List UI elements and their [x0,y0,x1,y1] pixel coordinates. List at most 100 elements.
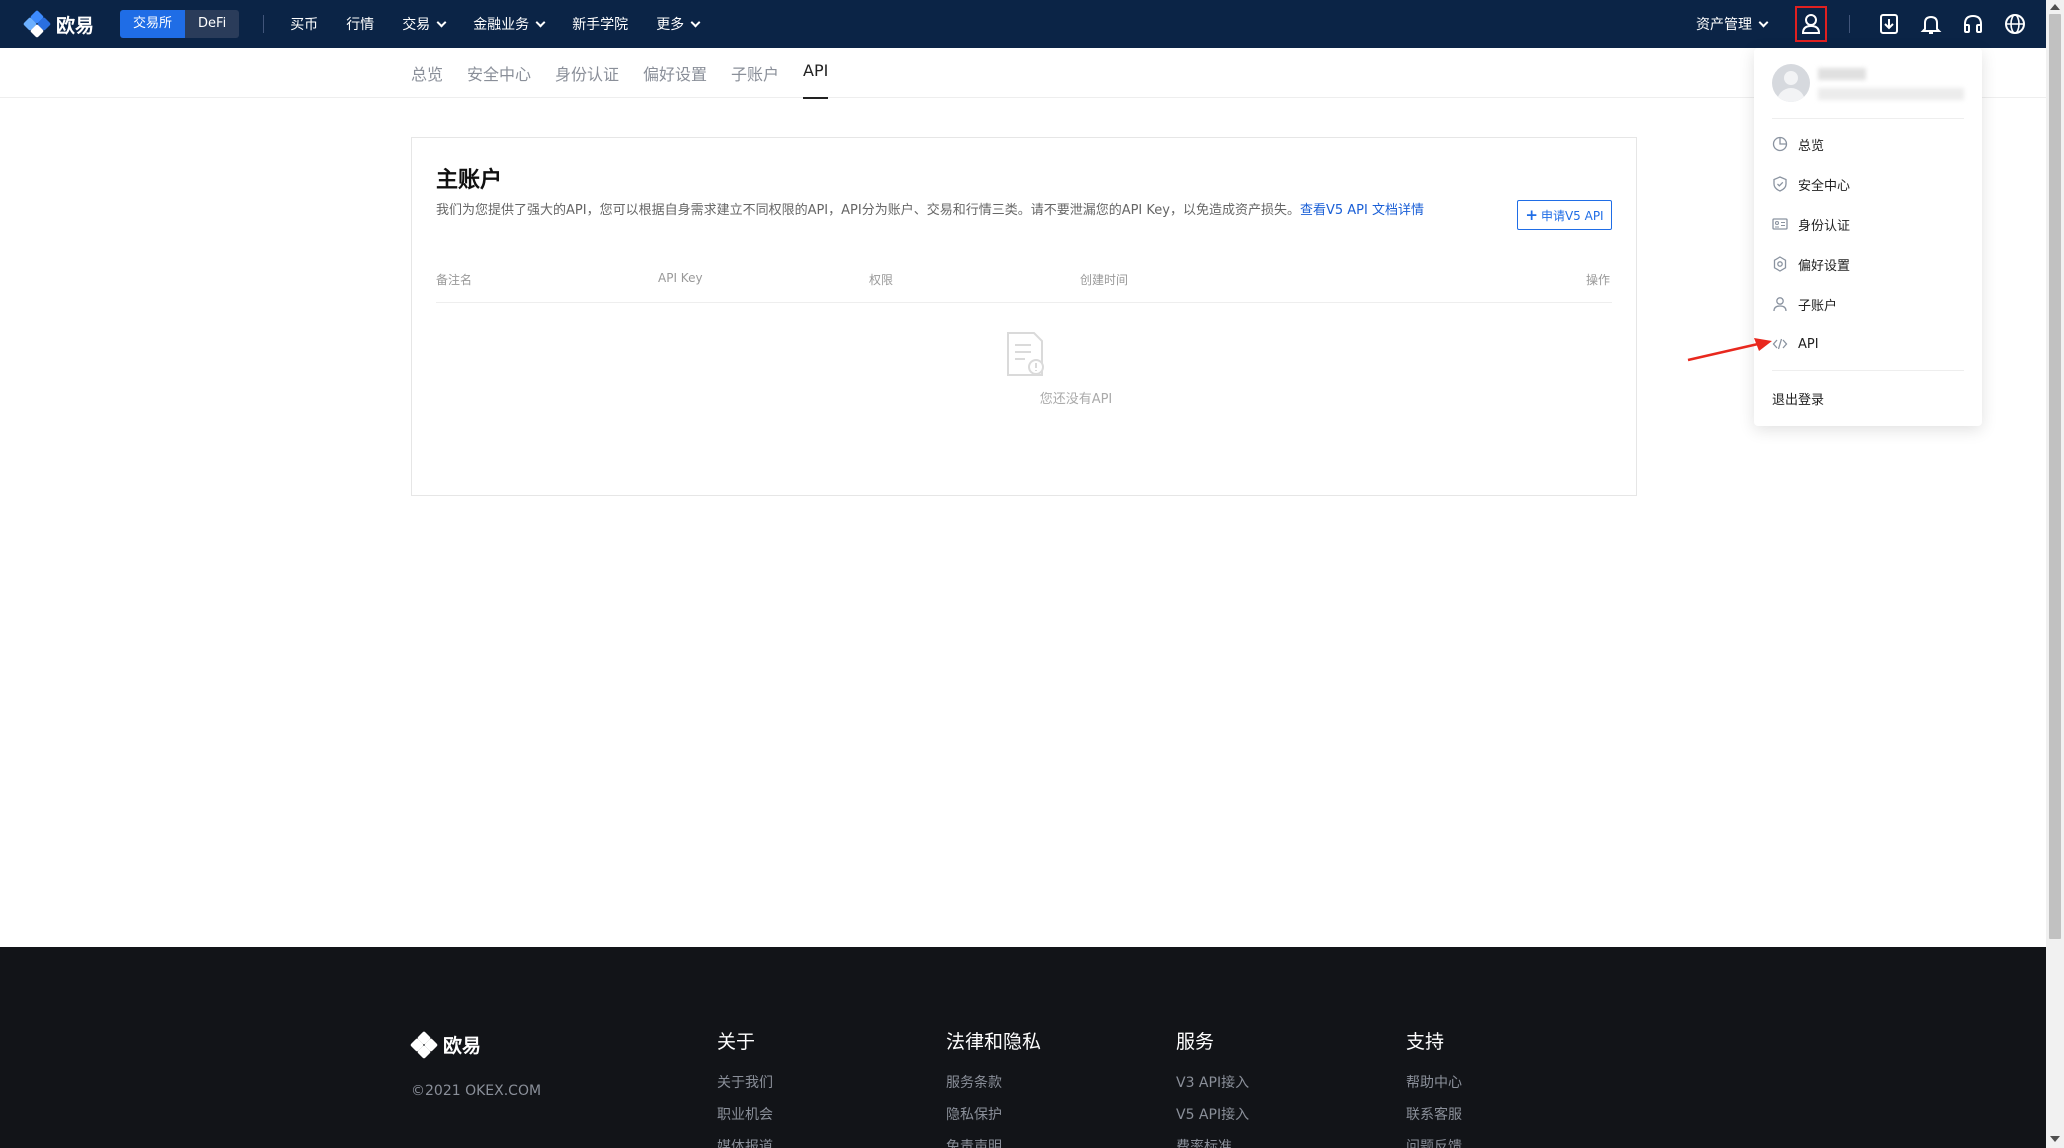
user-icon [1801,14,1821,34]
id-card-icon [1772,218,1788,230]
scrollbar-thumb[interactable] [2049,14,2061,939]
footer-link[interactable]: 免责声明 [946,1136,1041,1148]
api-docs-link[interactable]: 查看V5 API 文档详情 [1300,203,1424,218]
nav-item-more[interactable]: 更多 [656,14,701,34]
nav-divider [263,15,265,33]
menu-item-preferences[interactable]: 偏好设置 [1772,252,1850,276]
globe-icon [2005,14,2025,34]
tab-overview[interactable]: 总览 [411,61,443,85]
support-button[interactable] [1956,7,1990,41]
description-text: 我们为您提供了强大的API，您可以根据自身需求建立不同权限的API，API分为账… [436,203,1300,218]
tab-api[interactable]: API [803,61,829,99]
footer-link[interactable]: 服务条款 [946,1072,1041,1091]
footer-link[interactable]: 问题反馈 [1406,1136,1462,1148]
menu-item-overview[interactable]: 总览 [1772,132,1824,156]
nav-right-group: 资产管理 [1696,0,2046,48]
account-subtabs: 总览 安全中心 身份认证 偏好设置 子账户 API [0,48,2046,99]
tab-verification[interactable]: 身份认证 [555,61,619,85]
menu-item-verification[interactable]: 身份认证 [1772,212,1850,236]
chevron-down-icon [535,17,546,27]
footer-link[interactable]: 帮助中心 [1406,1072,1462,1091]
copyright-text: ©2021 OKEX.COM [411,1083,542,1099]
scroll-down-arrow-icon[interactable] [2050,1136,2060,1142]
exchange-defi-switch: 交易所 DeFi [120,10,240,38]
footer-link[interactable]: V3 API接入 [1176,1072,1249,1091]
notifications-button[interactable] [1914,7,1948,41]
column-header-actions: 操作 [1586,273,1611,287]
footer-column-services: 服务 V3 API接入 V5 API接入 费率标准 [1176,1027,1249,1148]
nav-divider [1849,15,1850,33]
empty-document-icon [1007,332,1044,376]
switch-exchange[interactable]: 交易所 [120,10,186,38]
api-description: 我们为您提供了强大的API，您可以根据自身需求建立不同权限的API，API分为账… [436,201,1491,221]
switch-defi[interactable]: DeFi [185,10,240,38]
blurred-username [1818,68,1866,80]
bell-icon [1920,15,1942,34]
footer-link[interactable]: 联系客服 [1406,1104,1462,1123]
nav-item-academy[interactable]: 新手学院 [572,14,628,34]
scroll-up-arrow-icon[interactable] [2050,4,2060,10]
footer-brand-name: 欧易 [443,1035,482,1057]
user-menu-button[interactable] [1795,6,1827,42]
okx-logo-icon [409,1030,439,1059]
empty-state-text: 您还没有API [1039,392,1113,407]
shield-icon [1773,176,1787,192]
user-icon [1773,297,1787,312]
footer-column-about: 关于 关于我们 职业机会 媒体报道 [717,1027,773,1148]
site-footer: 欧易 ©2021 OKEX.COM 关于 关于我们 职业机会 媒体报道 法律和隐… [0,947,2046,1148]
nav-item-finance[interactable]: 金融业务 [473,14,546,34]
footer-column-legal: 法律和隐私 服务条款 隐私保护 免责声明 [946,1027,1041,1148]
menu-divider [1772,370,1964,371]
chevron-down-icon [1758,17,1769,27]
tab-preferences[interactable]: 偏好设置 [643,61,707,85]
menu-item-security[interactable]: 安全中心 [1772,172,1850,196]
footer-logo[interactable]: 欧易 [409,1030,482,1059]
page-scrollbar[interactable] [2046,0,2064,1148]
nav-item-buy[interactable]: 买币 [290,14,318,34]
footer-link[interactable]: 隐私保护 [946,1104,1041,1123]
top-navigation: 欧易 交易所 DeFi 买币 行情 交易 金融业务 新手学院 更多 资产管理 [0,0,2046,48]
footer-column-title: 关于 [717,1031,756,1053]
language-button[interactable] [1998,7,2032,41]
column-header-remark: 备注名 [436,273,473,287]
red-arrow-annotation [1687,338,1772,362]
nav-item-market[interactable]: 行情 [346,14,374,34]
code-icon [1772,338,1788,350]
footer-link[interactable]: 关于我们 [717,1072,773,1091]
plus-icon: + [1525,206,1538,224]
gear-icon [1773,256,1787,272]
logout-button[interactable]: 退出登录 [1772,389,1824,408]
menu-item-api[interactable]: API [1772,332,1819,356]
avatar [1772,64,1810,102]
footer-link[interactable]: V5 API接入 [1176,1104,1249,1123]
brand-logo[interactable]: 欧易 [22,9,95,39]
menu-item-sub-accounts[interactable]: 子账户 [1772,292,1837,316]
apply-v5-api-button[interactable]: + 申请V5 API [1517,200,1612,230]
tab-sub-accounts[interactable]: 子账户 [731,61,779,85]
menu-divider [1772,118,1964,119]
pie-chart-icon [1772,136,1788,152]
headset-icon [1964,14,1982,33]
footer-column-title: 法律和隐私 [946,1031,1042,1053]
column-header-permission: 权限 [869,273,894,287]
blurred-account-id [1818,88,1964,100]
footer-link[interactable]: 费率标准 [1176,1136,1249,1148]
chevron-down-icon [690,17,701,27]
download-button[interactable] [1872,7,1906,41]
page-title: 主账户 [436,168,503,193]
main-account-card: 主账户 我们为您提供了强大的API，您可以根据自身需求建立不同权限的API，AP… [411,137,1637,496]
okx-logo-icon [22,9,52,39]
column-header-api-key: API Key [658,271,703,285]
tab-security[interactable]: 安全中心 [467,61,531,85]
asset-management-menu[interactable]: 资产管理 [1696,14,1769,34]
footer-link[interactable]: 职业机会 [717,1104,773,1123]
footer-column-title: 服务 [1176,1031,1215,1053]
footer-column-support: 支持 帮助中心 联系客服 问题反馈 [1406,1027,1462,1148]
brand-name: 欧易 [56,14,95,37]
column-header-created-time: 创建时间 [1080,273,1129,287]
table-divider [436,302,1612,303]
footer-link[interactable]: 媒体报道 [717,1136,773,1148]
nav-item-trade[interactable]: 交易 [402,14,447,34]
chevron-down-icon [436,17,447,27]
download-icon [1880,14,1898,34]
